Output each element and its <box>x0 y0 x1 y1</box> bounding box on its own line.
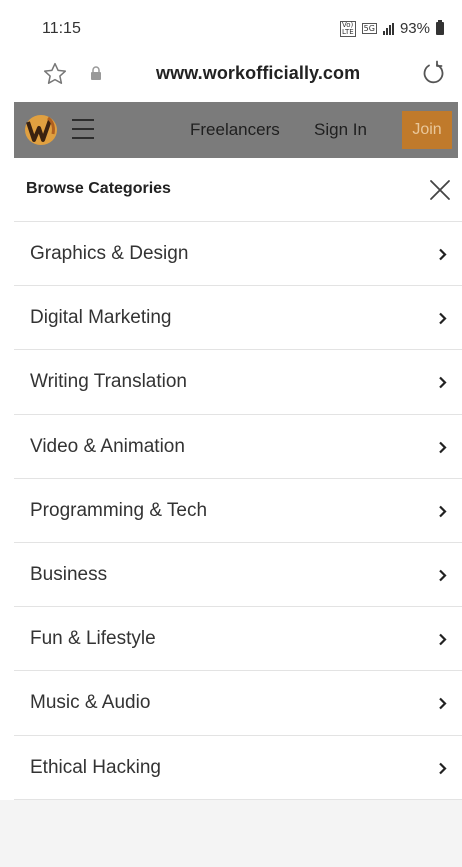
close-icon[interactable] <box>428 178 452 202</box>
menu-icon[interactable] <box>72 119 94 139</box>
chevron-right-icon <box>439 698 447 710</box>
category-item-music-audio[interactable]: Music & Audio <box>14 671 462 736</box>
chevron-right-icon <box>439 762 447 774</box>
category-label: Writing Translation <box>30 371 187 393</box>
browse-categories-header: Browse Categories <box>14 158 462 222</box>
star-icon[interactable] <box>42 61 68 87</box>
lte-label: LTE <box>342 27 354 36</box>
chevron-right-icon <box>439 633 447 646</box>
signal-icon <box>382 22 394 35</box>
category-item-digital-marketing[interactable]: Digital Marketing <box>14 286 462 351</box>
category-label: Video & Animation <box>30 435 185 457</box>
chevron-right-icon <box>439 248 447 261</box>
status-icons: Vo) LTE 5G 93% <box>340 20 444 37</box>
category-label: Fun & Lifestyle <box>30 628 156 650</box>
battery-icon <box>436 20 444 35</box>
category-item-business[interactable]: Business <box>14 543 462 608</box>
category-label: Music & Audio <box>30 692 151 714</box>
address-bar: www.workofficially.com <box>0 56 462 102</box>
reload-icon[interactable] <box>420 60 446 86</box>
5g-icon: 5G <box>361 23 377 34</box>
join-button[interactable]: Join <box>402 111 452 149</box>
nav-freelancers-link[interactable]: Freelancers <box>190 120 280 140</box>
category-item-graphics-design[interactable]: Graphics & Design <box>14 222 462 287</box>
logo-icon[interactable] <box>24 114 58 146</box>
page-footer-area <box>0 800 462 867</box>
url-field[interactable]: www.workofficially.com <box>156 63 360 84</box>
category-label: Programming & Tech <box>30 499 208 521</box>
category-label: Digital Marketing <box>30 307 172 329</box>
category-item-video-animation[interactable]: Video & Animation <box>14 415 462 479</box>
volte-icon: Vo) LTE <box>340 20 356 37</box>
status-time: 11:15 <box>42 20 81 37</box>
site-header: Freelancers Sign In Join <box>14 102 458 158</box>
chevron-right-icon <box>439 377 447 389</box>
status-bar: 11:15 Vo) LTE 5G 93% <box>0 0 462 56</box>
panel-title: Browse Categories <box>26 180 171 197</box>
category-item-fun-lifestyle[interactable]: Fun & Lifestyle <box>14 607 462 672</box>
chevron-right-icon <box>439 312 447 325</box>
category-item-writing-translation[interactable]: Writing Translation <box>14 350 462 415</box>
category-list: Graphics & Design Digital Marketing Writ… <box>14 222 462 800</box>
chevron-right-icon <box>439 441 447 453</box>
chevron-right-icon <box>439 505 447 518</box>
category-item-ethical-hacking[interactable]: Ethical Hacking <box>14 736 462 800</box>
battery-percent: 93% <box>399 20 430 37</box>
category-label: Graphics & Design <box>30 243 189 264</box>
category-label: Business <box>30 563 108 585</box>
lock-icon[interactable] <box>90 66 102 80</box>
category-label: Ethical Hacking <box>30 756 161 778</box>
nav-sign-in-link[interactable]: Sign In <box>314 120 367 140</box>
category-item-programming-tech[interactable]: Programming & Tech <box>14 479 462 543</box>
chevron-right-icon <box>439 569 447 582</box>
